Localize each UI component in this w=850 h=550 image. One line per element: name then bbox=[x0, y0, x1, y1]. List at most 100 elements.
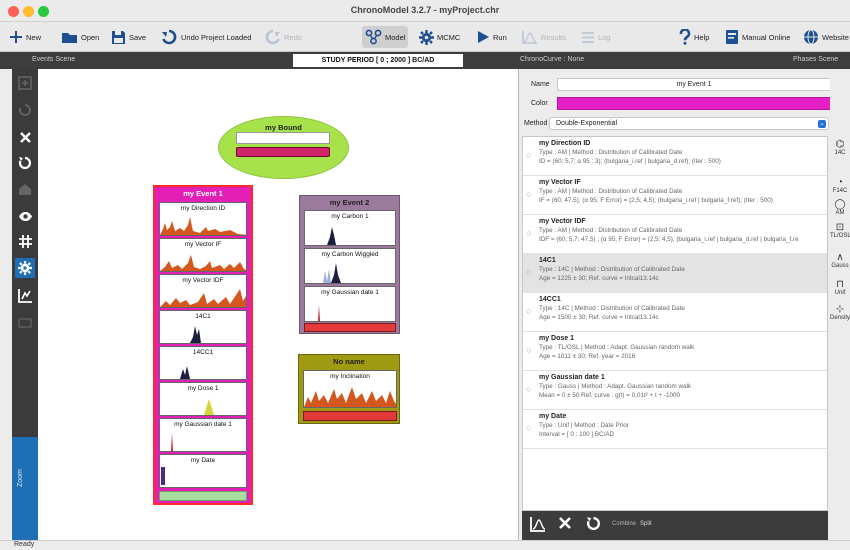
event-item[interactable]: No name my Inclination bbox=[298, 354, 400, 424]
date-card[interactable]: my Gaussian date 1 bbox=[159, 418, 247, 452]
date-list-item[interactable]: ○ 14C1 Type : 14C | Method : Distribution … bbox=[523, 254, 827, 293]
date-list-item[interactable]: ○ my Vector IDF Type : AM | Method : Distr… bbox=[523, 215, 827, 254]
event-item[interactable]: my Event 1 my Direction ID my Vector IF … bbox=[153, 185, 253, 505]
method-select[interactable]: Double-Exponential ⌄ bbox=[549, 117, 829, 130]
list-icon bbox=[582, 31, 594, 43]
date-density bbox=[323, 263, 341, 283]
date-type-label: 14C bbox=[834, 150, 846, 156]
date-card[interactable]: my Dose 1 bbox=[159, 382, 247, 416]
date-card[interactable]: 14C1 bbox=[159, 310, 247, 344]
website-button[interactable]: Website bbox=[800, 26, 850, 48]
date-card[interactable]: my Carbon Wiggled bbox=[304, 248, 396, 284]
split-button[interactable]: Split bbox=[640, 521, 652, 527]
date-parameters: ID = (60; 5,7; α 95 : 3); (bulgaria_i.re… bbox=[539, 158, 721, 165]
events-scene-header: Events Scene STUDY PERIOD [ 0 ; 2000 ] B… bbox=[0, 52, 518, 69]
date-list-item[interactable]: ○ my Date Type : Unif | Method : Date Prio… bbox=[523, 410, 827, 449]
export-icon bbox=[18, 318, 32, 328]
date-list-item[interactable]: ○ my Vector IF Type : AM | Method : Distri… bbox=[523, 176, 827, 215]
mcmc-button[interactable]: MCMC bbox=[416, 26, 463, 48]
floppy-disk-icon bbox=[112, 30, 125, 44]
event-item[interactable]: my Event 2 my Carbon 1 my Carbon Wiggled… bbox=[299, 195, 400, 334]
date-list-item[interactable]: ○ my Gaussian date 1 Type : Gauss | Method… bbox=[523, 371, 827, 410]
undo-button[interactable]: Undo Project Loaded bbox=[158, 26, 254, 48]
run-button[interactable]: Run bbox=[473, 26, 510, 48]
redo-button[interactable]: Redo bbox=[262, 26, 305, 48]
date-card[interactable]: my Direction ID bbox=[159, 202, 247, 236]
event-properties-panel: Name my Event 1 Color Method Double-Expo… bbox=[518, 69, 831, 540]
manual-icon bbox=[726, 30, 738, 44]
chronocurve-label: ChronoCurve : None bbox=[520, 56, 585, 63]
zoom-slider[interactable]: Zoom bbox=[12, 437, 38, 540]
import-data-button[interactable] bbox=[15, 285, 35, 305]
chart-icon bbox=[522, 30, 537, 44]
combine-button[interactable]: Combine bbox=[612, 521, 636, 527]
dates-actions-bar: Combine Split bbox=[522, 511, 828, 540]
title-bar: ChronoModel 3.2.7 - myProject.chr bbox=[0, 0, 850, 22]
date-description: Type : AM | Method : Distribution of Cal… bbox=[539, 188, 683, 195]
restore-button[interactable] bbox=[15, 153, 35, 173]
model-button[interactable]: Model bbox=[362, 26, 409, 48]
date-type-icon: ⌬ bbox=[835, 139, 845, 150]
log-button[interactable]: Log bbox=[578, 26, 614, 48]
add-date-am-button[interactable]: ◯ AM bbox=[830, 199, 850, 216]
events-scene[interactable]: my Bound my Event 1 my Direction ID my V… bbox=[38, 69, 518, 540]
add-date-tlosl-button[interactable]: ⊡ TL/OSL bbox=[830, 222, 850, 239]
date-parameters: Mean = 0 ± 50 Ref. curve : g(t) = 0,01t²… bbox=[539, 392, 681, 399]
add-date-14c-button[interactable]: ⌬ 14C bbox=[830, 139, 850, 156]
date-card[interactable]: 14CC1 bbox=[159, 346, 247, 380]
status-text: Ready bbox=[14, 541, 35, 548]
delete-date-button[interactable] bbox=[558, 516, 572, 534]
restore-date-button[interactable] bbox=[586, 516, 601, 535]
window-title: ChronoModel 3.2.7 - myProject.chr bbox=[350, 5, 500, 15]
new-button[interactable]: New bbox=[6, 26, 44, 48]
date-type-label: Unif bbox=[834, 290, 846, 296]
color-picker[interactable] bbox=[557, 97, 831, 110]
date-card[interactable]: my Date bbox=[159, 454, 247, 488]
calibrate-button[interactable] bbox=[530, 516, 546, 536]
study-period-button[interactable]: STUDY PERIOD [ 0 ; 2000 ] BC/AD bbox=[293, 54, 463, 67]
export-button[interactable] bbox=[15, 179, 35, 199]
bound-name: my Bound bbox=[265, 123, 302, 132]
export-scene-button[interactable] bbox=[15, 313, 35, 333]
gear-icon bbox=[419, 29, 434, 45]
open-button[interactable]: Open bbox=[58, 26, 102, 48]
date-density bbox=[180, 366, 190, 379]
add-date-f14c-button[interactable]: ◔ F14C bbox=[830, 177, 850, 194]
main-toolbar: New Open Save Undo Project Loaded Redo M… bbox=[0, 22, 850, 52]
save-button[interactable]: Save bbox=[108, 26, 149, 48]
help-icon bbox=[679, 29, 691, 45]
import-chart-icon bbox=[17, 288, 32, 303]
event-title: my Event 1 bbox=[183, 189, 223, 198]
date-type-label: TL/OSL bbox=[830, 233, 850, 239]
results-button[interactable]: Results bbox=[518, 26, 569, 48]
overview-button[interactable] bbox=[15, 206, 35, 226]
app-window: ChronoModel 3.2.7 - myProject.chr New Op… bbox=[0, 0, 850, 550]
date-title: my Dose 1 bbox=[539, 335, 575, 342]
date-card[interactable]: my Gaussian date 1 bbox=[304, 286, 396, 322]
manual-online-button[interactable]: Manual Online bbox=[722, 26, 793, 48]
add-date-gauss-button[interactable]: ∧ Gauss bbox=[830, 252, 850, 269]
date-card[interactable]: my Vector IDF bbox=[159, 274, 247, 308]
help-button[interactable]: Help bbox=[676, 26, 712, 48]
date-type-icon: ∧ bbox=[836, 252, 844, 263]
date-card[interactable]: my Inclination bbox=[303, 370, 397, 408]
refresh-icon bbox=[19, 104, 31, 116]
status-bar: Ready bbox=[0, 540, 850, 550]
event-title: my Event 2 bbox=[329, 198, 370, 207]
grid-button[interactable] bbox=[15, 231, 35, 251]
new-event-button[interactable] bbox=[15, 73, 35, 93]
add-date-unif-button[interactable]: ⊓ Unif bbox=[830, 279, 850, 296]
date-density bbox=[190, 326, 201, 343]
date-list-item[interactable]: ○ my Direction ID Type : AM | Method : Dis… bbox=[523, 137, 827, 176]
add-date-density-button[interactable]: ⊹ Density bbox=[830, 304, 850, 321]
date-card[interactable]: my Carbon 1 bbox=[304, 210, 396, 246]
delete-button[interactable] bbox=[15, 127, 35, 147]
bound-item[interactable]: my Bound bbox=[218, 116, 349, 179]
name-field[interactable]: my Event 1 bbox=[557, 78, 831, 91]
new-bound-button[interactable] bbox=[15, 100, 35, 120]
date-list-item[interactable]: ○ 14CC1 Type : 14C | Method : Distribution… bbox=[523, 293, 827, 332]
date-list-item[interactable]: ○ my Dose 1 Type : TL/OSL | Method : Adapt… bbox=[523, 332, 827, 371]
date-type-label: Density bbox=[830, 315, 850, 321]
date-card[interactable]: my Vector IF bbox=[159, 238, 247, 272]
properties-button[interactable] bbox=[15, 258, 35, 278]
